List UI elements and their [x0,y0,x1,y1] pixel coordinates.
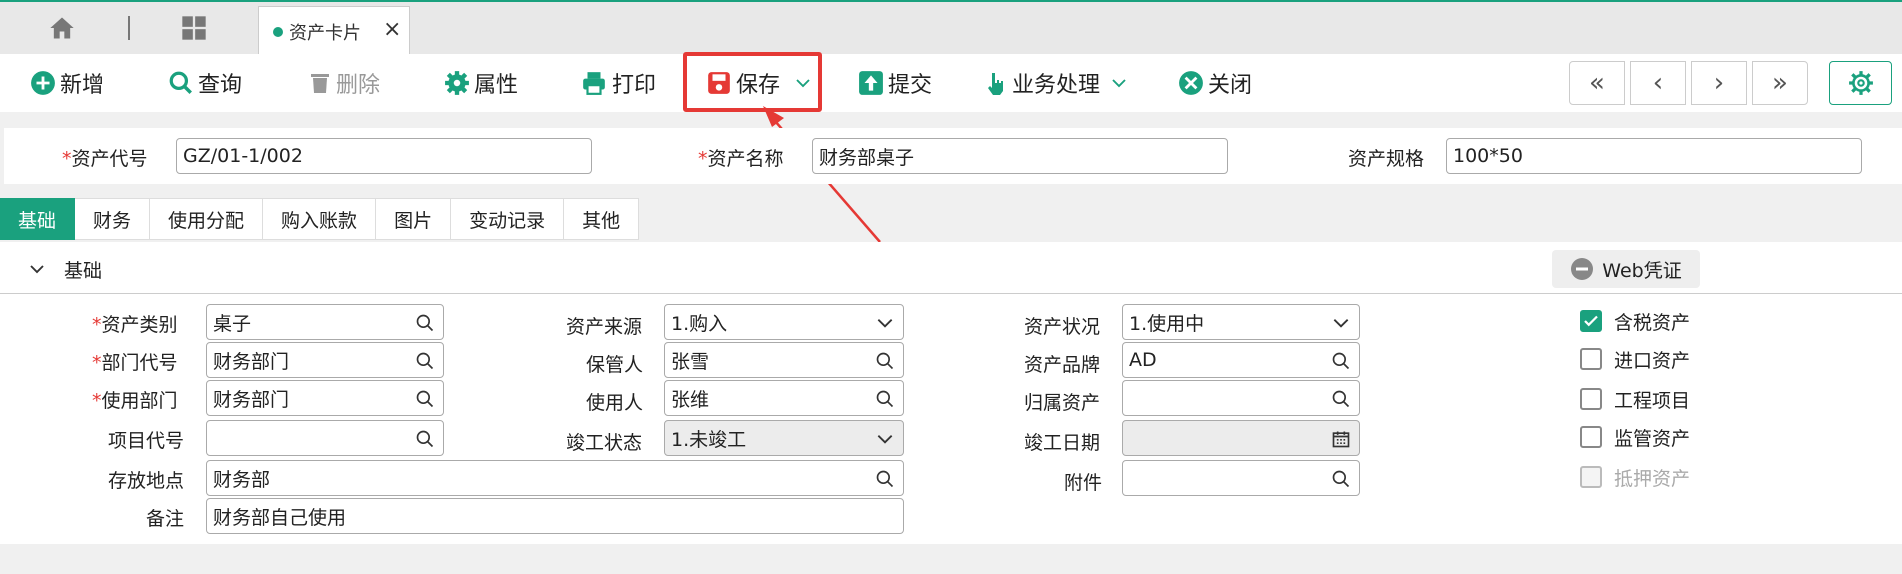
tab-other[interactable]: 其他 [564,198,640,240]
remark-input[interactable]: 财务部自己使用 [206,498,904,534]
belong-input[interactable] [1122,380,1360,416]
status-value: 1.使用中 [1129,312,1205,335]
minus-circle-icon [1571,258,1594,280]
completion-date-label: 竣工日期 [1024,432,1101,454]
remark-label: 备注 [146,508,185,530]
search-icon[interactable] [415,313,435,333]
engineering-checkbox[interactable] [1580,388,1602,410]
asset-header: *资产代号 GZ/01-1/002 *资产名称 财务部桌子 资产规格 100*5… [4,128,1902,184]
search-icon[interactable] [875,389,895,409]
chevron-down-icon [1333,319,1349,328]
required-mark: * [92,314,102,336]
required-mark: * [92,390,102,412]
tab-basic[interactable]: 基础 [0,198,76,240]
status-select[interactable]: 1.使用中 [1122,304,1360,340]
tab-finance[interactable]: 财务 [75,198,151,240]
mortgaged-checkbox[interactable] [1580,466,1602,488]
user-label: 使用人 [586,392,644,414]
use-dept-input[interactable]: 财务部门 [206,380,444,416]
source-select[interactable]: 1.购入 [664,304,904,340]
belong-label: 归属资产 [1024,392,1101,414]
asset-name-label: *资产名称 [698,144,784,171]
project-input[interactable] [206,420,444,456]
attachment-label: 附件 [1064,472,1103,494]
tab-changes[interactable]: 变动记录 [451,198,565,240]
category-label: *资产类别 [92,310,178,337]
category-value: 桌子 [213,312,252,335]
asset-name-input[interactable]: 财务部桌子 [812,138,1228,174]
asset-spec-label: 资产规格 [1348,148,1425,170]
search-icon[interactable] [415,389,435,409]
asset-code-label: *资产代号 [62,144,148,171]
chevron-down-icon [877,319,893,328]
search-icon[interactable] [1331,469,1351,489]
keeper-input[interactable]: 张雪 [664,342,904,378]
tab-allocation[interactable]: 使用分配 [150,198,264,240]
required-mark: * [62,148,72,170]
category-label-text: 资产类别 [101,314,178,336]
basic-section: 基础 Web凭证 *资产类别 桌子 *部门代号 财务部门 *使用部门 财务部门 … [0,242,1902,544]
location-input[interactable]: 财务部 [206,460,904,496]
section-header: 基础 Web凭证 [0,242,1902,294]
tax-included-label: 含税资产 [1614,312,1691,334]
search-icon[interactable] [415,351,435,371]
sub-tabs: 基础 财务 使用分配 购入账款 图片 变动记录 其他 [0,198,640,240]
engineering-label: 工程项目 [1614,390,1691,412]
brand-value: AD [1129,349,1157,371]
supervised-checkbox[interactable] [1580,426,1602,448]
user-input[interactable]: 张维 [664,380,904,416]
imported-label: 进口资产 [1614,350,1691,372]
completion-value: 1.未竣工 [671,428,747,451]
web-voucher-button[interactable]: Web凭证 [1552,250,1700,288]
brand-label: 资产品牌 [1024,354,1101,376]
status-label: 资产状况 [1024,316,1101,338]
completion-date-input[interactable] [1122,420,1360,456]
project-label: 项目代号 [108,430,185,452]
section-title: 基础 [64,260,103,282]
source-label: 资产来源 [566,316,643,338]
brand-input[interactable]: AD [1122,342,1360,378]
web-voucher-label: Web凭证 [1602,259,1682,282]
search-icon[interactable] [1331,389,1351,409]
completion-select[interactable]: 1.未竣工 [664,420,904,456]
search-icon[interactable] [875,351,895,371]
completion-label: 竣工状态 [566,432,643,454]
tax-included-checkbox[interactable] [1580,310,1602,332]
asset-code-label-text: 资产代号 [71,148,148,170]
search-icon[interactable] [1331,351,1351,371]
tab-purchase[interactable]: 购入账款 [263,198,377,240]
calendar-icon[interactable] [1331,429,1351,449]
search-icon[interactable] [415,429,435,449]
dept-code-label: *部门代号 [92,348,178,375]
tab-images[interactable]: 图片 [376,198,452,240]
keeper-value: 张雪 [671,350,710,373]
mortgaged-label: 抵押资产 [1614,468,1691,490]
use-dept-value: 财务部门 [213,388,290,411]
location-label: 存放地点 [108,470,185,492]
dept-code-value: 财务部门 [213,350,290,373]
category-input[interactable]: 桌子 [206,304,444,340]
keeper-label: 保管人 [586,354,644,376]
required-mark: * [698,148,708,170]
asset-code-input[interactable]: GZ/01-1/002 [176,138,592,174]
attachment-input[interactable] [1122,460,1360,496]
user-value: 张维 [671,388,710,411]
use-dept-label: *使用部门 [92,386,178,413]
source-value: 1.购入 [671,312,728,335]
chevron-down-icon [877,435,893,444]
chevron-down-icon[interactable] [28,260,46,278]
check-icon [1584,315,1598,327]
dept-code-label-text: 部门代号 [101,352,178,374]
location-value: 财务部 [213,468,271,491]
footer-strip [0,544,1902,574]
search-icon[interactable] [875,469,895,489]
supervised-label: 监管资产 [1614,428,1691,450]
asset-spec-input[interactable]: 100*50 [1446,138,1862,174]
asset-name-label-text: 资产名称 [707,148,784,170]
dept-code-input[interactable]: 财务部门 [206,342,444,378]
required-mark: * [92,352,102,374]
imported-checkbox[interactable] [1580,348,1602,370]
use-dept-label-text: 使用部门 [101,390,178,412]
